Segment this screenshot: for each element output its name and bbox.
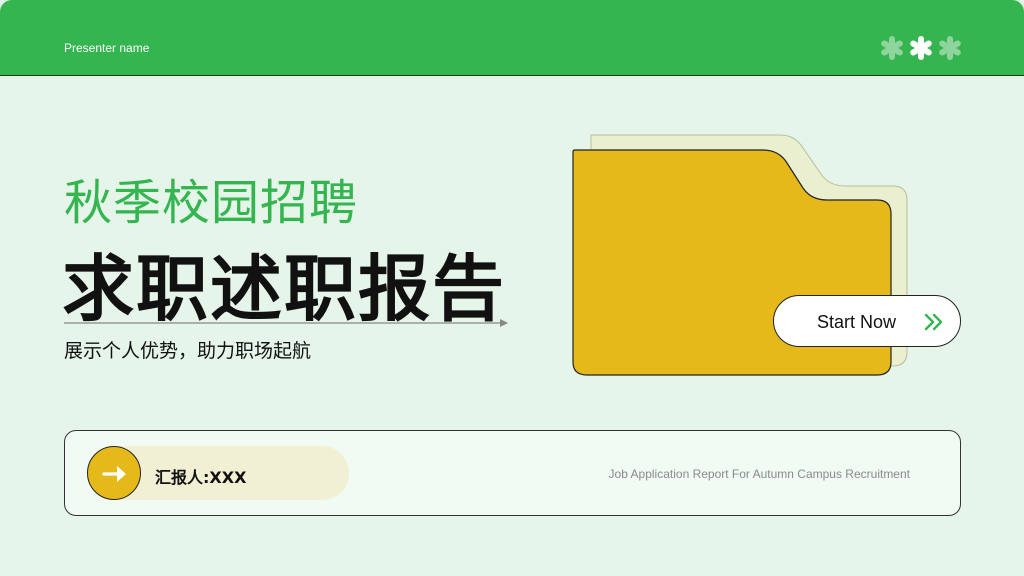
presenter-name: Presenter name (64, 41, 150, 55)
start-now-label: Start Now (817, 312, 897, 332)
asterisk-flower-icons (881, 36, 961, 60)
top-banner: Presenter name (0, 0, 1024, 76)
double-chevron-right-icon (924, 313, 943, 331)
hero-tagline: 展示个人优势，助力职场起航 (64, 340, 312, 362)
arrow-circle-button[interactable] (87, 446, 141, 500)
divider-arrow (64, 319, 508, 327)
start-now-button[interactable]: Start Now (773, 295, 961, 347)
english-subtitle: Job Application Report For Autumn Campus… (608, 467, 910, 481)
reporter-info-card: 汇报人:XXX Job Application Report For Autum… (64, 430, 961, 516)
hero-subtitle: 秋季校园招聘 (64, 175, 359, 231)
arrow-right-icon (102, 466, 126, 482)
reporter-pill: 汇报人:XXX (87, 446, 349, 500)
reporter-name: 汇报人:XXX (155, 468, 247, 487)
